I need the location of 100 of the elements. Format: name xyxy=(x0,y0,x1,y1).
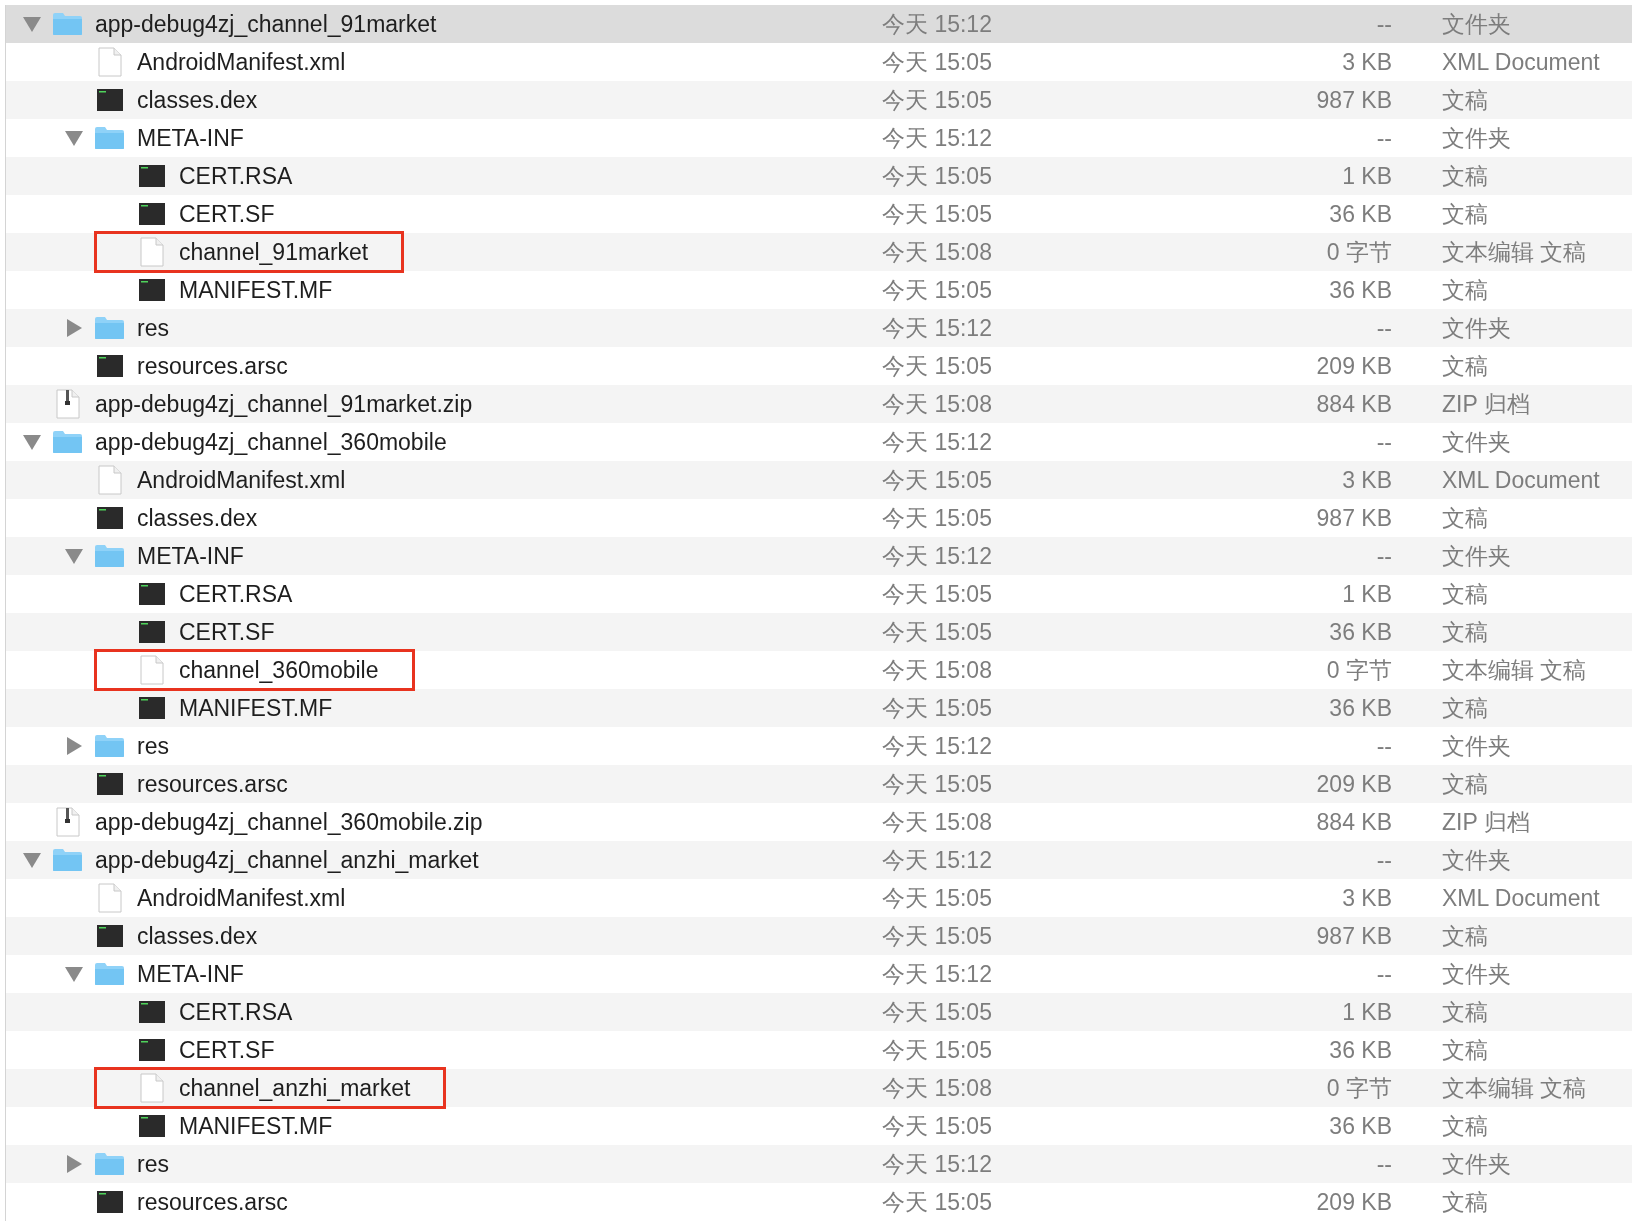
file-row[interactable]: app-debug4zj_channel_91market.zip 今天 15:08 884 KB ZIP 归档 xyxy=(6,385,1632,423)
date-modified: 今天 15:05 xyxy=(882,997,993,1027)
file-size: -- xyxy=(1376,541,1392,571)
terminal-file-icon xyxy=(138,583,165,605)
file-type: 文稿 xyxy=(1442,85,1488,115)
file-row[interactable]: META-INF 今天 15:12 -- 文件夹 xyxy=(6,537,1632,575)
date-modified: 今天 15:12 xyxy=(882,731,993,761)
file-type: 文稿 xyxy=(1442,997,1488,1027)
file-type: 文稿 xyxy=(1442,161,1488,191)
date-modified: 今天 15:05 xyxy=(882,693,993,723)
file-type: 文件夹 xyxy=(1442,731,1511,761)
file-size: 3 KB xyxy=(1342,47,1392,77)
file-row[interactable]: channel_91market 今天 15:08 0 字节 文本编辑 文稿 xyxy=(6,233,1632,271)
expanded-triangle-icon[interactable] xyxy=(64,964,84,984)
file-size: 0 字节 xyxy=(1326,1073,1392,1103)
folder-icon xyxy=(94,544,125,568)
terminal-file-icon xyxy=(138,697,165,719)
folder-icon xyxy=(94,126,125,150)
file-row[interactable]: classes.dex 今天 15:05 987 KB 文稿 xyxy=(6,81,1632,119)
file-name: app-debug4zj_channel_91market xyxy=(95,9,437,39)
date-modified: 今天 15:08 xyxy=(882,807,993,837)
file-type: 文稿 xyxy=(1442,769,1488,799)
collapsed-triangle-icon[interactable] xyxy=(64,736,84,756)
date-modified: 今天 15:05 xyxy=(882,1111,993,1141)
file-type: 文稿 xyxy=(1442,693,1488,723)
terminal-file-icon xyxy=(138,203,165,225)
file-name: MANIFEST.MF xyxy=(179,1111,333,1141)
file-type: 文稿 xyxy=(1442,579,1488,609)
date-modified: 今天 15:12 xyxy=(882,427,993,457)
document-icon xyxy=(139,237,164,267)
folder-icon xyxy=(52,430,83,454)
file-size: 884 KB xyxy=(1316,389,1392,419)
expanded-triangle-icon[interactable] xyxy=(22,14,42,34)
file-size: 36 KB xyxy=(1329,1035,1392,1065)
file-row[interactable]: MANIFEST.MF 今天 15:05 36 KB 文稿 xyxy=(6,689,1632,727)
file-row[interactable]: channel_anzhi_market 今天 15:08 0 字节 文本编辑 文稿 xyxy=(6,1069,1632,1107)
file-row[interactable]: resources.arsc 今天 15:05 209 KB 文稿 xyxy=(6,765,1632,803)
file-name: CERT.SF xyxy=(179,199,275,229)
file-row[interactable]: CERT.RSA 今天 15:05 1 KB 文稿 xyxy=(6,993,1632,1031)
date-modified: 今天 15:05 xyxy=(882,617,993,647)
file-size: 987 KB xyxy=(1316,921,1392,951)
file-name: META-INF xyxy=(137,959,244,989)
terminal-file-icon xyxy=(96,773,123,795)
file-name: channel_anzhi_market xyxy=(179,1073,411,1103)
file-size: -- xyxy=(1376,9,1392,39)
expanded-triangle-icon[interactable] xyxy=(22,850,42,870)
date-modified: 今天 15:08 xyxy=(882,237,993,267)
file-name: app-debug4zj_channel_anzhi_market xyxy=(95,845,479,875)
date-modified: 今天 15:05 xyxy=(882,275,993,305)
expanded-triangle-icon[interactable] xyxy=(22,432,42,452)
date-modified: 今天 15:05 xyxy=(882,921,993,951)
file-name: res xyxy=(137,731,169,761)
file-type: 文稿 xyxy=(1442,1111,1488,1141)
file-size: 209 KB xyxy=(1316,769,1392,799)
file-row[interactable]: CERT.RSA 今天 15:05 1 KB 文稿 xyxy=(6,157,1632,195)
file-type: 文件夹 xyxy=(1442,9,1511,39)
file-size: 987 KB xyxy=(1316,85,1392,115)
file-type: 文稿 xyxy=(1442,275,1488,305)
zip-archive-icon xyxy=(55,807,80,837)
file-name: CERT.SF xyxy=(179,617,275,647)
folder-icon xyxy=(94,316,125,340)
file-size: -- xyxy=(1376,123,1392,153)
file-size: -- xyxy=(1376,427,1392,457)
date-modified: 今天 15:05 xyxy=(882,199,993,229)
date-modified: 今天 15:05 xyxy=(882,1035,993,1065)
file-name: app-debug4zj_channel_360mobile xyxy=(95,427,447,457)
terminal-file-icon xyxy=(96,355,123,377)
date-modified: 今天 15:05 xyxy=(882,85,993,115)
file-name: res xyxy=(137,1149,169,1179)
collapsed-triangle-icon[interactable] xyxy=(64,318,84,338)
file-type: 文稿 xyxy=(1442,1187,1488,1217)
file-name: classes.dex xyxy=(137,921,258,951)
folder-icon xyxy=(94,1152,125,1176)
file-type: ZIP 归档 xyxy=(1442,389,1530,419)
expanded-triangle-icon[interactable] xyxy=(64,128,84,148)
file-size: -- xyxy=(1376,731,1392,761)
collapsed-triangle-icon[interactable] xyxy=(64,1154,84,1174)
date-modified: 今天 15:12 xyxy=(882,123,993,153)
date-modified: 今天 15:12 xyxy=(882,1149,993,1179)
file-type: 文稿 xyxy=(1442,1035,1488,1065)
file-row[interactable]: CERT.SF 今天 15:05 36 KB 文稿 xyxy=(6,613,1632,651)
file-type: 文本编辑 文稿 xyxy=(1442,655,1587,685)
file-row[interactable]: app-debug4zj_channel_anzhi_market 今天 15:12 -- 文件夹 xyxy=(6,841,1632,879)
file-row[interactable]: AndroidManifest.xml 今天 15:05 3 KB XML Document xyxy=(6,461,1632,499)
file-name: MANIFEST.MF xyxy=(179,275,333,305)
file-name: AndroidManifest.xml xyxy=(137,47,346,77)
file-row[interactable]: res 今天 15:12 -- 文件夹 xyxy=(6,1145,1632,1183)
file-name: META-INF xyxy=(137,123,244,153)
file-row[interactable]: app-debug4zj_channel_91market 今天 15:12 -- 文件夹 xyxy=(6,5,1632,43)
date-modified: 今天 15:12 xyxy=(882,541,993,571)
file-row[interactable]: classes.dex 今天 15:05 987 KB 文稿 xyxy=(6,917,1632,955)
file-type: XML Document xyxy=(1442,47,1600,77)
file-row[interactable]: res 今天 15:12 -- 文件夹 xyxy=(6,309,1632,347)
file-name: resources.arsc xyxy=(137,1187,288,1217)
expanded-triangle-icon[interactable] xyxy=(64,546,84,566)
date-modified: 今天 15:12 xyxy=(882,845,993,875)
file-type: 文稿 xyxy=(1442,617,1488,647)
document-icon xyxy=(139,1073,164,1103)
file-name: AndroidManifest.xml xyxy=(137,465,346,495)
terminal-file-icon xyxy=(96,925,123,947)
